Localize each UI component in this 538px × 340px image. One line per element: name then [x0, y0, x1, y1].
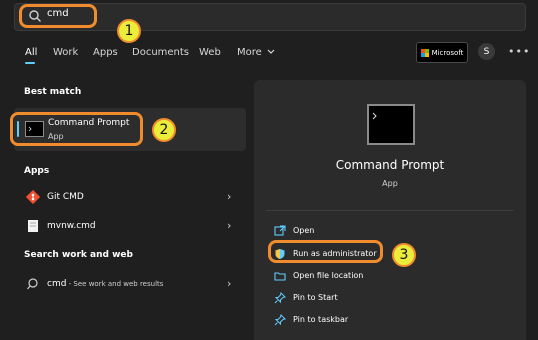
chevron-right-icon[interactable]: › — [227, 219, 231, 232]
chevron-down-icon — [267, 49, 275, 54]
detail-title: Command Prompt — [335, 158, 445, 172]
detail-type: App — [382, 179, 398, 188]
annotation-highlight-best-match — [10, 112, 143, 146]
action-open-file-location[interactable]: Open file location — [293, 271, 363, 280]
action-open[interactable]: Open — [293, 226, 314, 235]
filter-more-label: More — [237, 47, 262, 58]
action-pin-to-taskbar[interactable]: Pin to taskbar — [293, 315, 348, 324]
web-query: cmd — [47, 279, 67, 289]
annotation-badge-2: 2 — [152, 118, 176, 142]
action-pin-to-start[interactable]: Pin to Start — [293, 293, 338, 302]
git-icon — [26, 190, 40, 204]
search-icon — [27, 278, 38, 290]
search-web-heading: Search work and web — [24, 250, 133, 260]
pin-icon — [274, 292, 286, 304]
microsoft-label: Microsoft — [431, 48, 464, 57]
filter-more[interactable]: More — [237, 47, 275, 58]
web-search-result[interactable]: cmd - See work and web results — [47, 279, 163, 289]
microsoft-account-button[interactable]: Microsoft — [416, 42, 468, 63]
command-prompt-large-icon — [367, 104, 415, 145]
open-icon — [274, 225, 286, 236]
filter-all[interactable]: All — [25, 47, 37, 58]
annotation-highlight-search — [19, 4, 97, 28]
file-icon — [28, 220, 38, 232]
annotation-badge-3: 3 — [392, 243, 416, 267]
chevron-right-icon[interactable]: › — [227, 277, 231, 290]
annotation-highlight-run-as-admin — [268, 240, 383, 263]
filter-web[interactable]: Web — [199, 47, 221, 58]
filter-apps[interactable]: Apps — [93, 47, 118, 58]
avatar[interactable]: S — [478, 43, 495, 60]
folder-icon — [274, 272, 286, 281]
active-filter-indicator — [25, 62, 35, 64]
filter-work[interactable]: Work — [53, 47, 78, 58]
chevron-right-icon[interactable]: › — [227, 190, 231, 203]
best-match-heading: Best match — [24, 87, 82, 97]
annotation-badge-1: 1 — [117, 19, 141, 43]
app-item-mvnw-cmd[interactable]: mvnw.cmd — [47, 221, 96, 231]
divider — [266, 210, 514, 211]
microsoft-logo-icon — [420, 48, 429, 57]
web-suffix: - See work and web results — [66, 280, 164, 288]
pin-icon — [274, 314, 286, 326]
app-item-git-cmd[interactable]: Git CMD — [47, 192, 84, 202]
more-options-icon[interactable]: ••• — [508, 45, 530, 58]
apps-heading: Apps — [24, 166, 50, 176]
filter-documents[interactable]: Documents — [132, 47, 189, 58]
